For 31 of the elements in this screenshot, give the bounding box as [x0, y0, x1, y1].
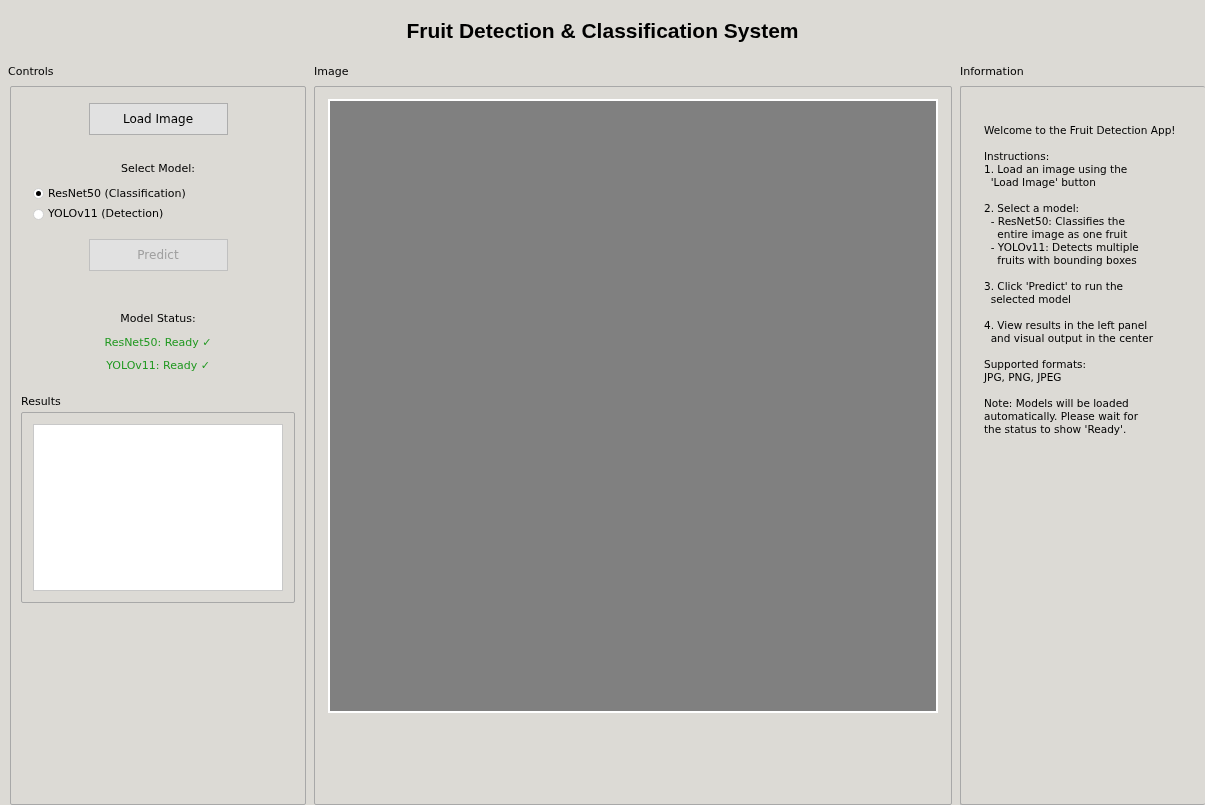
info-text: selected model [989, 293, 1072, 306]
results-field[interactable] [33, 424, 283, 591]
status-text: YOLOv11: Ready ✓ [106, 357, 210, 374]
group-label: Results [21, 394, 62, 410]
model-radio[interactable]: ResNet50 (Classification) [33, 185, 186, 202]
section-label: Select Model: [120, 161, 196, 177]
status-text: ResNet50: Ready ✓ [104, 335, 212, 351]
panel-label: Controls [8, 64, 55, 80]
info-text: Supported formats: [984, 358, 1086, 371]
info-text: and visual output in the center [989, 332, 1153, 345]
info-text: 4. View results in the left panel [984, 319, 1148, 332]
info-text: 1. Load an image using the [984, 163, 1128, 176]
info-text: Welcome to the Fruit Detection App! [984, 124, 1176, 137]
info-text: Instructions: [984, 150, 1050, 163]
info-text: automatically. Please wait for [984, 410, 1138, 423]
panel-label: Image [314, 64, 350, 80]
section-label: Model Status: [120, 310, 196, 327]
info-text: 'Load Image' button [989, 176, 1096, 189]
info-text: fruits with bounding boxes [996, 254, 1137, 267]
info-text: - ResNet50: Classifies the [989, 215, 1125, 228]
info-text: entire image as one fruit [996, 228, 1128, 241]
panel-label: Information [960, 64, 1025, 80]
info-text: JPG, PNG, JPEG [984, 371, 1062, 384]
model-radio[interactable]: YOLOv11 (Detection) [33, 206, 186, 223]
info-text: - YOLOv11: Detects multiple [989, 241, 1139, 254]
action-button[interactable]: Load Image [88, 103, 228, 135]
info-text: 3. Click 'Predict' to run the [984, 280, 1124, 293]
info-text: Note: Models will be loaded [984, 397, 1129, 410]
window-title: Fruit Detection & Classification System [406, 18, 799, 45]
info-text: the status to show 'Ready'. [984, 423, 1127, 436]
info-text: 2. Select a model: [984, 202, 1080, 215]
